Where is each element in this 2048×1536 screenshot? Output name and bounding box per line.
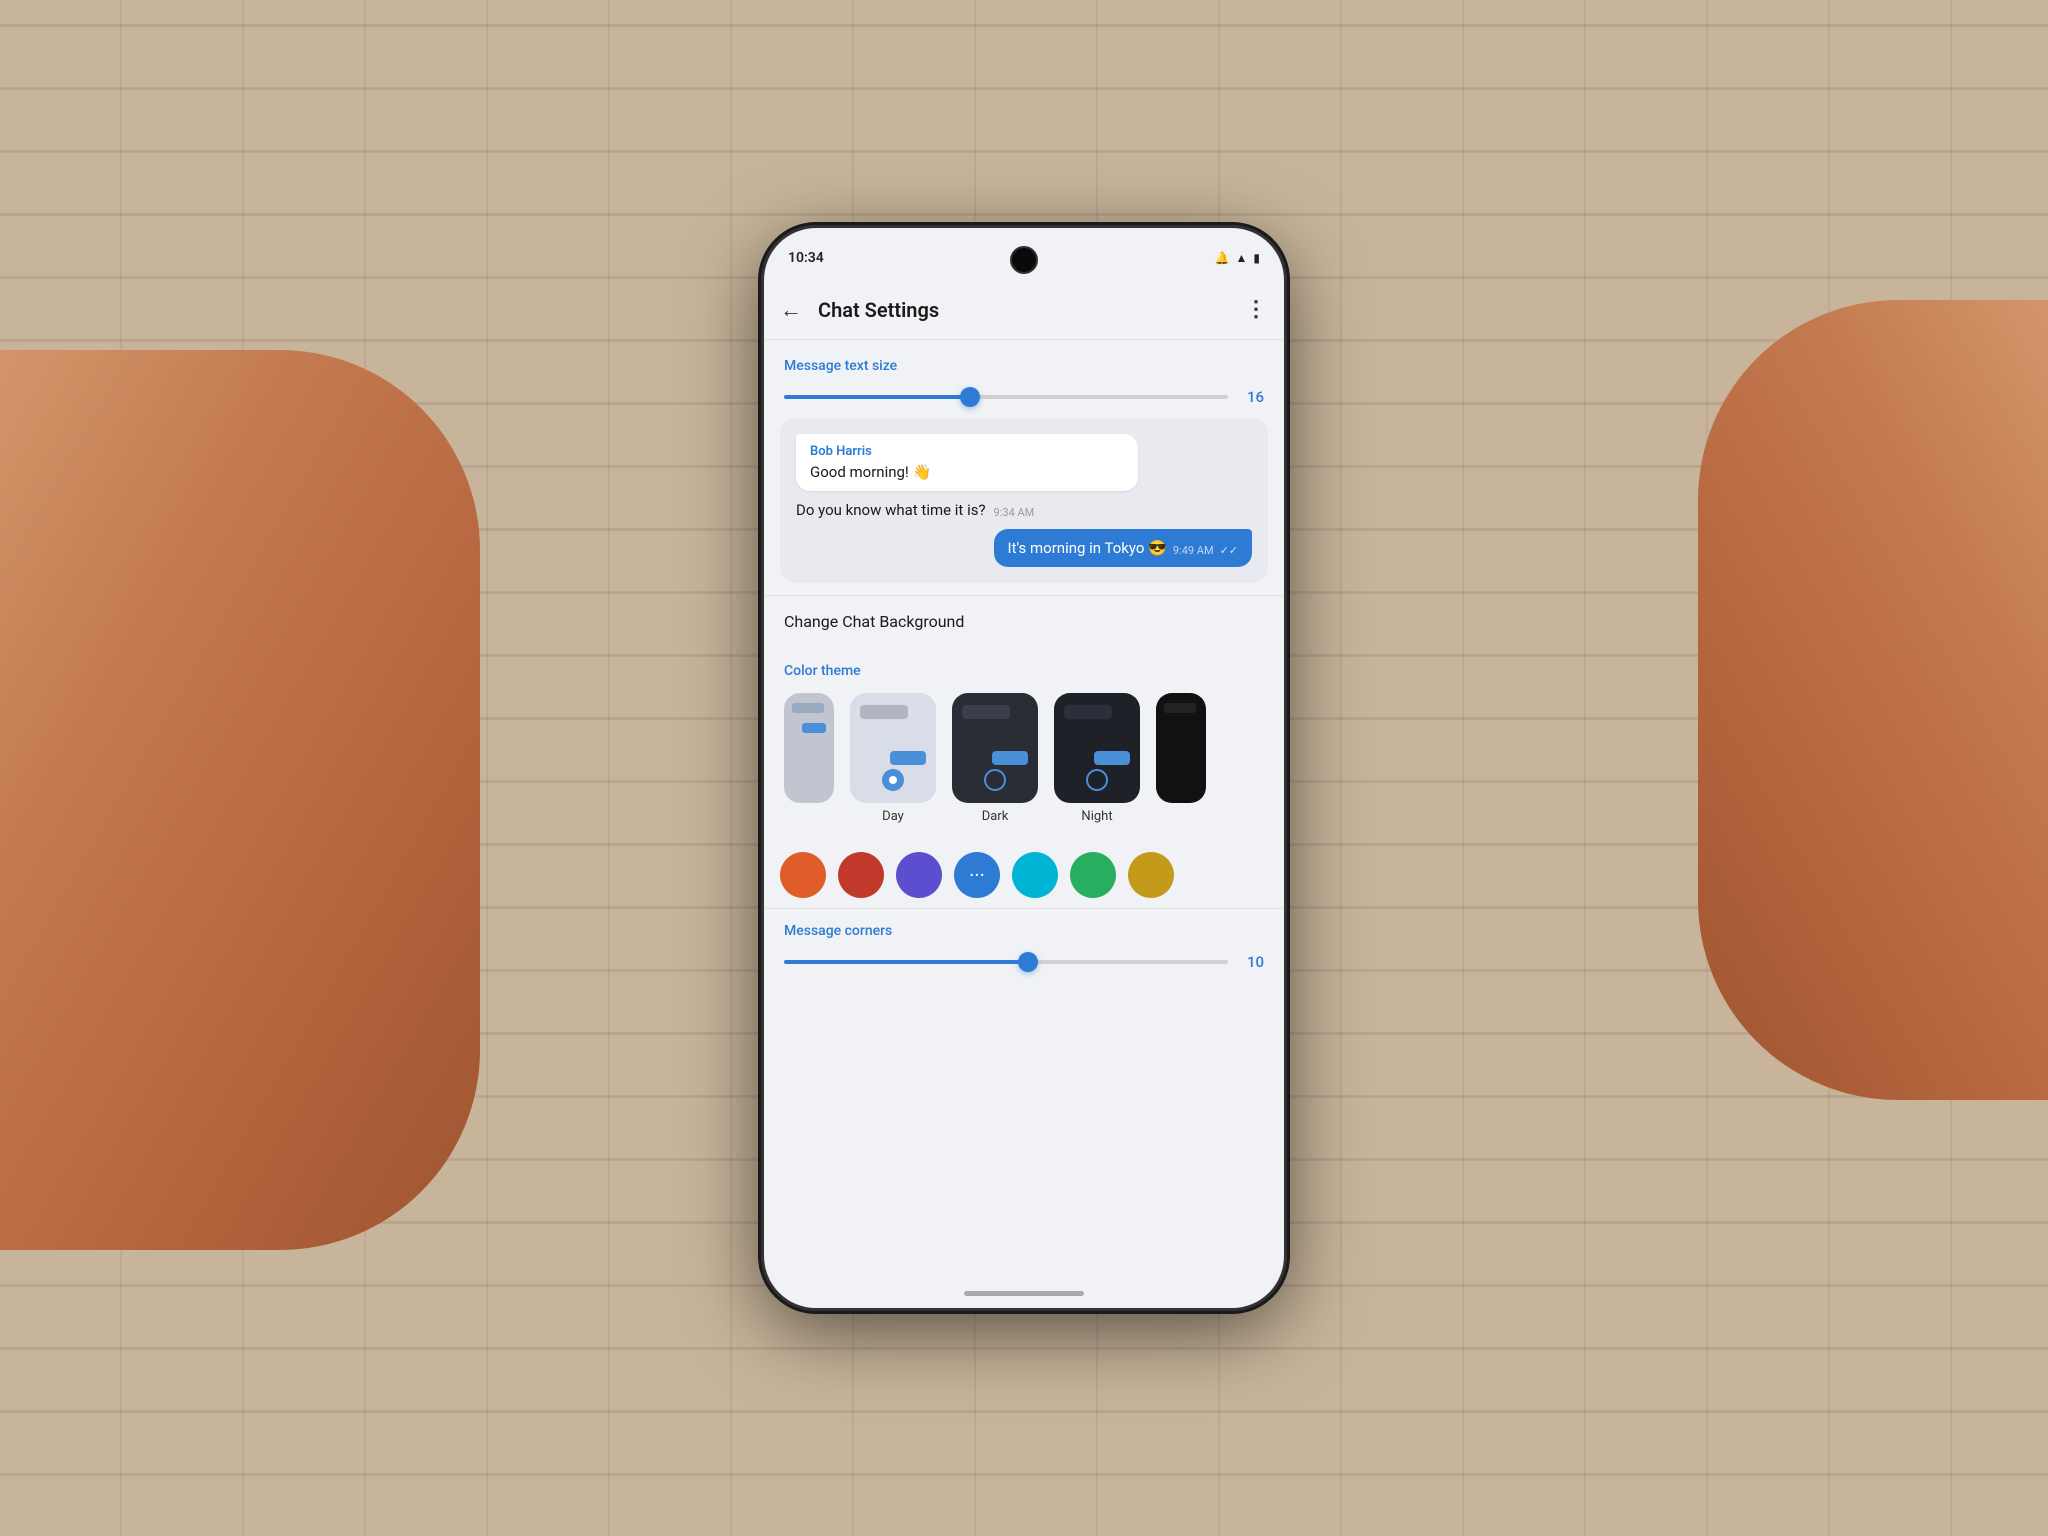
accent-gold[interactable] bbox=[1128, 852, 1174, 898]
bubble-text-line1: Good morning! 👋 bbox=[810, 463, 1124, 481]
back-button[interactable]: ← bbox=[780, 297, 802, 323]
themes-scroll: Day Dark bbox=[784, 693, 1264, 832]
color-theme-label: Color theme bbox=[784, 663, 1264, 679]
corners-slider[interactable] bbox=[784, 960, 1228, 964]
sent-message-row: It's morning in Tokyo 😎 9:49 AM ✓✓ bbox=[796, 529, 1252, 567]
received-bubble: Bob Harris Good morning! 👋 bbox=[796, 434, 1138, 491]
message-corners-label: Message corners bbox=[784, 923, 1264, 939]
accent-purple[interactable] bbox=[896, 852, 942, 898]
theme-radio-night[interactable] bbox=[1086, 769, 1108, 791]
theme-card-dark bbox=[952, 693, 1038, 803]
page-title: Chat Settings bbox=[818, 298, 1229, 322]
theme-item-amoled-partial[interactable] bbox=[1156, 693, 1206, 803]
phone-wrapper: 10:34 🔔 ▲ ▮ ← Chat Settings ⋮ Message te… bbox=[764, 228, 1284, 1308]
corners-fill bbox=[784, 960, 1028, 964]
received-time: 9:34 AM bbox=[994, 506, 1035, 519]
theme-item-classic-partial[interactable] bbox=[784, 693, 834, 803]
home-bar bbox=[964, 1291, 1084, 1296]
nav-bar: ← Chat Settings ⋮ bbox=[764, 280, 1284, 340]
theme-item-night[interactable]: Night bbox=[1054, 693, 1140, 824]
sent-text: It's morning in Tokyo 😎 bbox=[1008, 539, 1167, 557]
camera-cutout bbox=[1010, 246, 1038, 274]
slider-fill bbox=[784, 395, 970, 399]
accent-cyan[interactable] bbox=[1012, 852, 1058, 898]
theme-sent-bubble-night bbox=[1094, 751, 1130, 765]
status-time: 10:34 bbox=[788, 250, 824, 266]
color-theme-section: Color theme bbox=[764, 647, 1284, 842]
accent-colors-row: ··· bbox=[764, 842, 1284, 908]
hand-right bbox=[1698, 300, 2048, 1100]
theme-recv-bubble-dark bbox=[962, 705, 1010, 719]
accent-red[interactable] bbox=[838, 852, 884, 898]
theme-recv-bubble-night bbox=[1064, 705, 1112, 719]
accent-orange[interactable] bbox=[780, 852, 826, 898]
chat-preview: Bob Harris Good morning! 👋 Do you know w… bbox=[780, 418, 1268, 583]
received-plain-message: Do you know what time it is? 9:34 AM bbox=[796, 501, 1252, 519]
battery-icon: ▮ bbox=[1253, 251, 1260, 265]
corners-slider-row: 10 bbox=[784, 953, 1264, 971]
more-button[interactable]: ⋮ bbox=[1245, 297, 1268, 322]
theme-recv-bubble bbox=[860, 705, 908, 719]
change-background-row[interactable]: Change Chat Background bbox=[764, 595, 1284, 647]
more-colors-button[interactable]: ··· bbox=[954, 852, 1000, 898]
home-indicator bbox=[764, 1278, 1284, 1308]
accent-green[interactable] bbox=[1070, 852, 1116, 898]
corners-value: 10 bbox=[1240, 953, 1264, 971]
theme-label-dark: Dark bbox=[982, 809, 1009, 824]
theme-radio-dark[interactable] bbox=[984, 769, 1006, 791]
sent-time: 9:49 AM bbox=[1173, 544, 1214, 557]
theme-sent-bubble-dark bbox=[992, 751, 1028, 765]
change-background-label: Change Chat Background bbox=[784, 612, 964, 631]
theme-card-night bbox=[1054, 693, 1140, 803]
text-size-slider-row: 16 bbox=[784, 388, 1264, 406]
text-size-slider[interactable] bbox=[784, 395, 1228, 399]
sent-checkmarks: ✓✓ bbox=[1220, 544, 1238, 557]
theme-label-day: Day bbox=[882, 809, 904, 824]
theme-label-night: Night bbox=[1081, 809, 1112, 824]
message-text-size-section: Message text size 16 bbox=[764, 340, 1284, 418]
wifi-icon: ▲ bbox=[1236, 251, 1248, 265]
sent-bubble: It's morning in Tokyo 😎 9:49 AM ✓✓ bbox=[994, 529, 1252, 567]
hand-left bbox=[0, 350, 480, 1250]
theme-sent-bubble bbox=[890, 751, 926, 765]
text-size-value: 16 bbox=[1240, 388, 1264, 406]
slider-thumb[interactable] bbox=[960, 387, 980, 407]
message-corners-section: Message corners 10 bbox=[764, 908, 1284, 985]
theme-radio-day[interactable] bbox=[882, 769, 904, 791]
status-icons: 🔔 ▲ ▮ bbox=[1215, 251, 1260, 265]
message-text-size-label: Message text size bbox=[784, 358, 1264, 374]
received-plain-text: Do you know what time it is? bbox=[796, 501, 986, 519]
vibrate-icon: 🔔 bbox=[1215, 251, 1230, 265]
scroll-content: Message text size 16 Bob Harris Good mor… bbox=[764, 340, 1284, 1278]
content-area: Message text size 16 Bob Harris Good mor… bbox=[764, 340, 1284, 1308]
theme-item-dark[interactable]: Dark bbox=[952, 693, 1038, 824]
theme-card-day bbox=[850, 693, 936, 803]
bubble-sender: Bob Harris bbox=[810, 444, 1124, 459]
corners-thumb[interactable] bbox=[1018, 952, 1038, 972]
theme-item-day[interactable]: Day bbox=[850, 693, 936, 824]
phone: 10:34 🔔 ▲ ▮ ← Chat Settings ⋮ Message te… bbox=[764, 228, 1284, 1308]
